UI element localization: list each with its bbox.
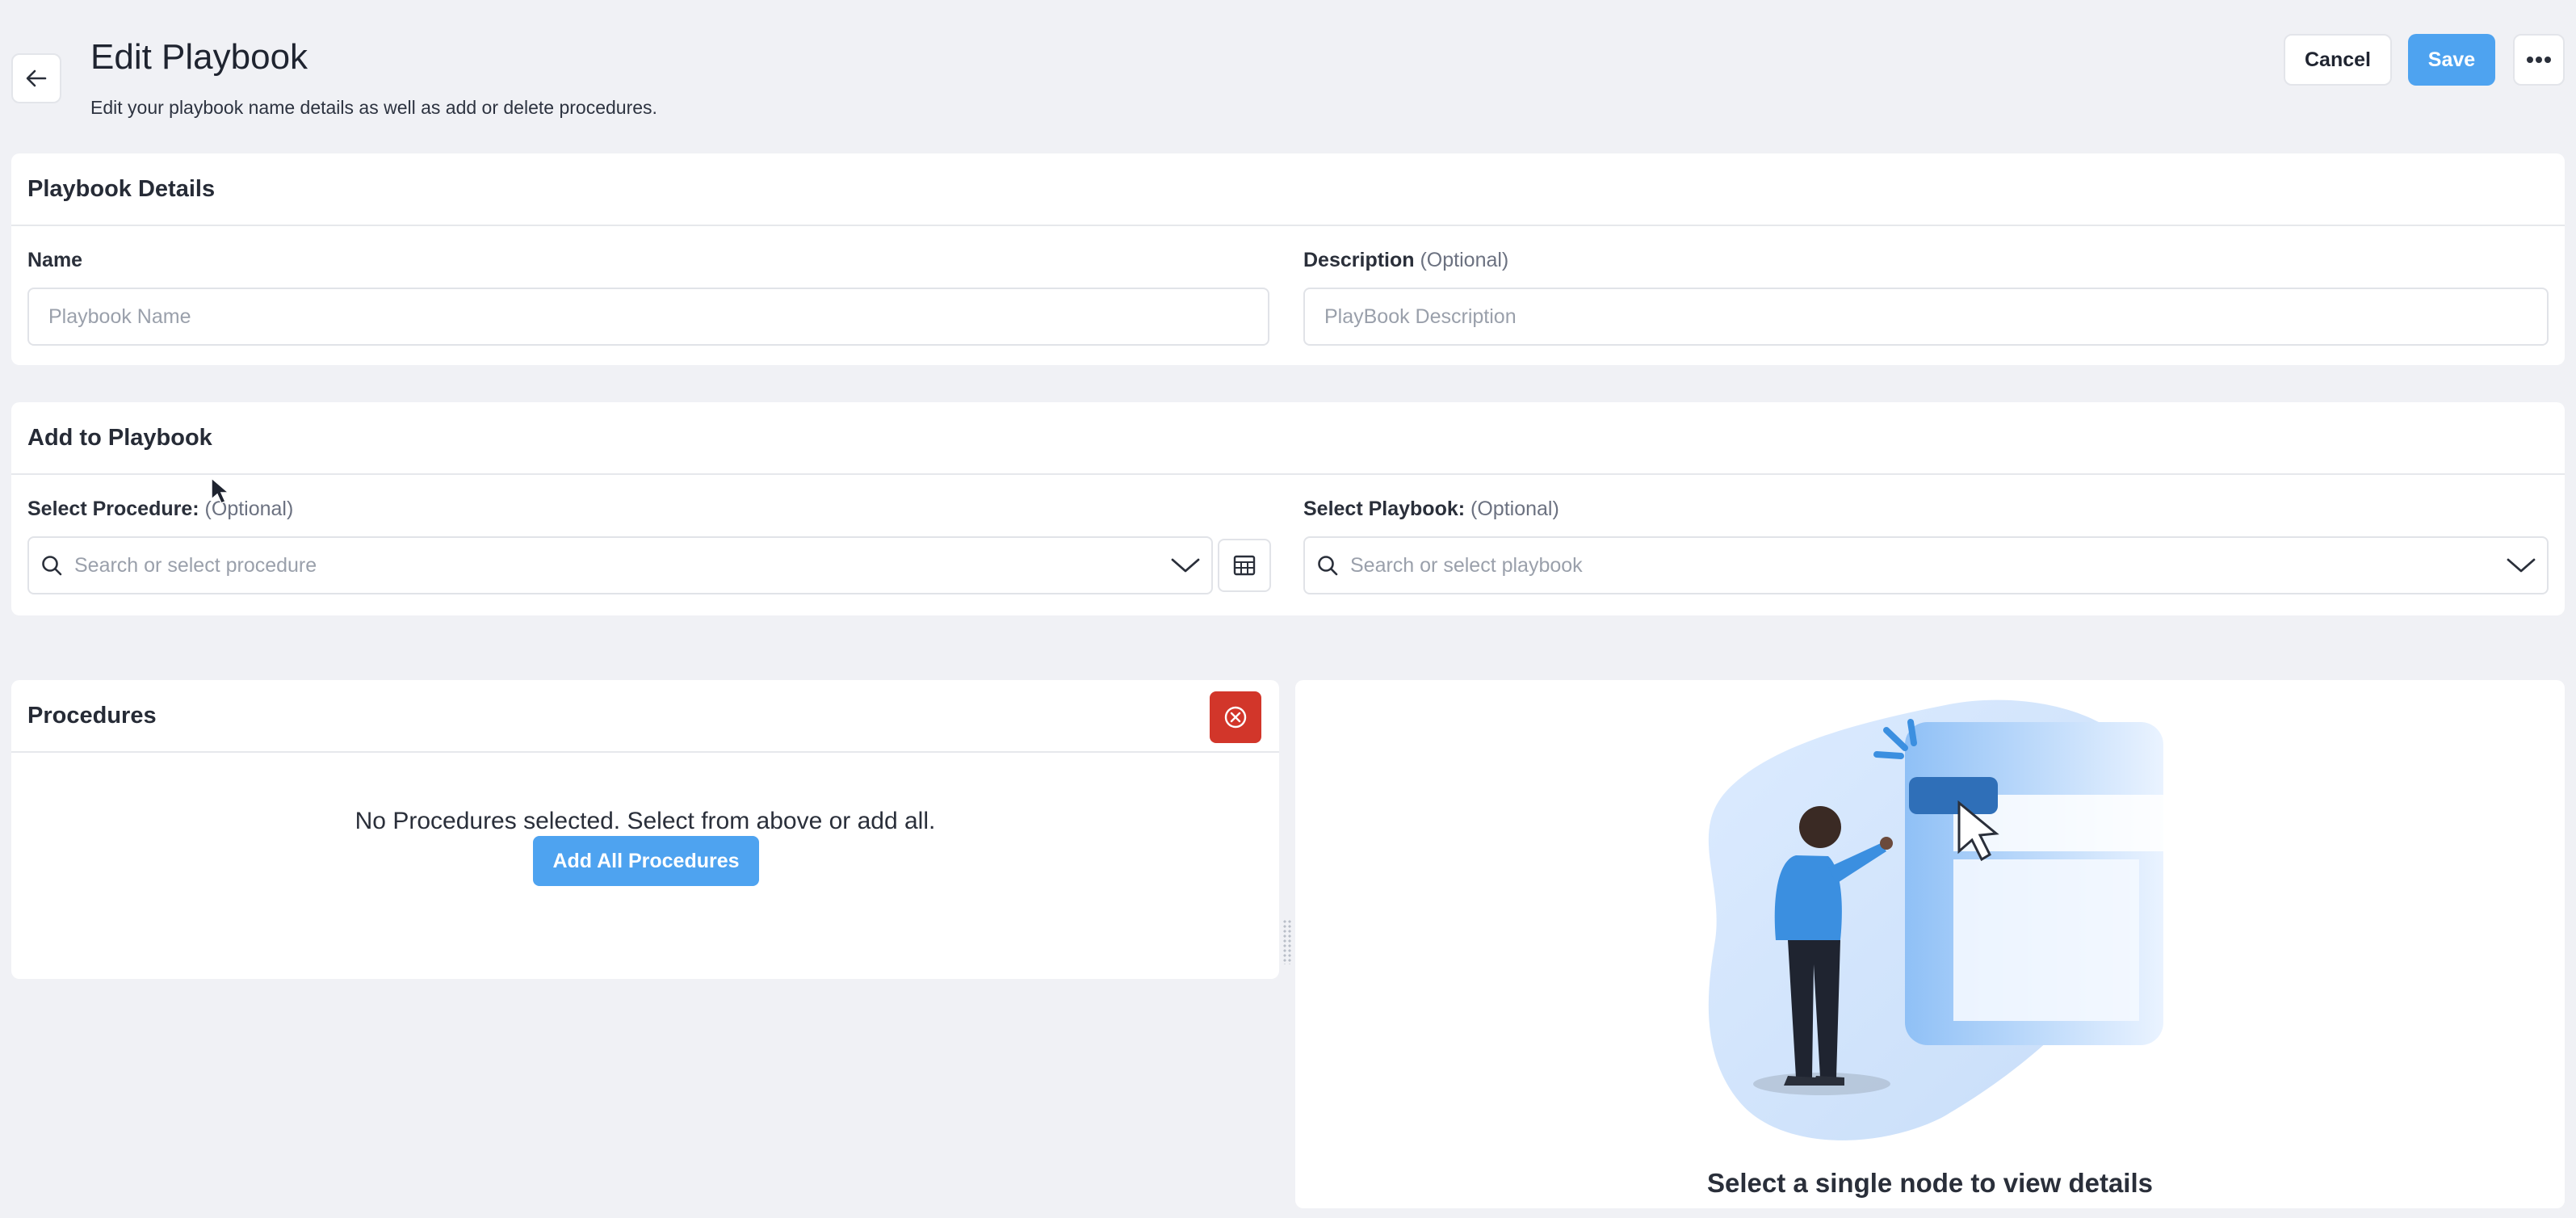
back-button[interactable] — [11, 53, 61, 103]
procedure-select-placeholder: Search or select procedure — [74, 553, 317, 577]
add-to-playbook-title: Add to Playbook — [11, 402, 2565, 475]
arrow-left-icon — [26, 69, 47, 87]
add-to-playbook-card: Add to Playbook Select Procedure: (Optio… — [11, 402, 2565, 615]
node-details-panel: Select a single node to view details — [1295, 680, 2565, 1208]
playbook-details-title: Playbook Details — [11, 153, 2565, 226]
playbook-select-placeholder: Search or select playbook — [1350, 553, 1583, 577]
select-playbook-label: Select Playbook: (Optional) — [1303, 498, 1559, 520]
table-icon — [1233, 555, 1256, 576]
select-node-illustration — [1708, 699, 2163, 1140]
playbook-details-card: Playbook Details Name Playbook Name Desc… — [11, 153, 2565, 365]
procedures-card: Procedures No Procedures selected. Selec… — [11, 680, 1279, 979]
details-empty-caption: Select a single node to view details — [1706, 1168, 2153, 1198]
edit-playbook-page: Edit Playbook Edit your playbook name de… — [0, 0, 2576, 1218]
search-icon — [1305, 554, 1350, 577]
procedures-title: Procedures — [11, 680, 1279, 753]
page-subtitle: Edit your playbook name details as well … — [90, 97, 657, 118]
add-all-procedures-button[interactable]: Add All Procedures — [533, 836, 759, 886]
mouse-cursor-icon — [211, 477, 231, 504]
clear-procedures-button[interactable] — [1210, 691, 1261, 743]
chevron-down-icon[interactable] — [2495, 557, 2547, 573]
procedure-table-view-button[interactable] — [1218, 539, 1271, 592]
search-icon — [29, 554, 74, 577]
panel-resize-handle[interactable] — [1282, 919, 1292, 964]
select-procedure-label: Select Procedure: (Optional) — [27, 498, 294, 520]
close-circle-icon — [1224, 706, 1247, 729]
procedures-empty-text: No Procedures selected. Select from abov… — [355, 808, 936, 834]
cancel-button[interactable]: Cancel — [2284, 34, 2392, 86]
playbook-description-input[interactable]: PlayBook Description — [1303, 288, 2549, 346]
chevron-down-icon[interactable] — [1160, 557, 1211, 573]
name-label: Name — [27, 249, 83, 271]
page-title: Edit Playbook — [90, 37, 308, 77]
playbook-name-input[interactable]: Playbook Name — [27, 288, 1269, 346]
save-button[interactable]: Save — [2408, 34, 2495, 86]
description-label: Description (Optional) — [1303, 249, 1509, 271]
procedure-select[interactable]: Search or select procedure — [27, 536, 1213, 594]
more-options-button[interactable] — [2513, 34, 2565, 86]
playbook-select[interactable]: Search or select playbook — [1303, 536, 2549, 594]
ellipsis-icon — [2527, 57, 2551, 63]
